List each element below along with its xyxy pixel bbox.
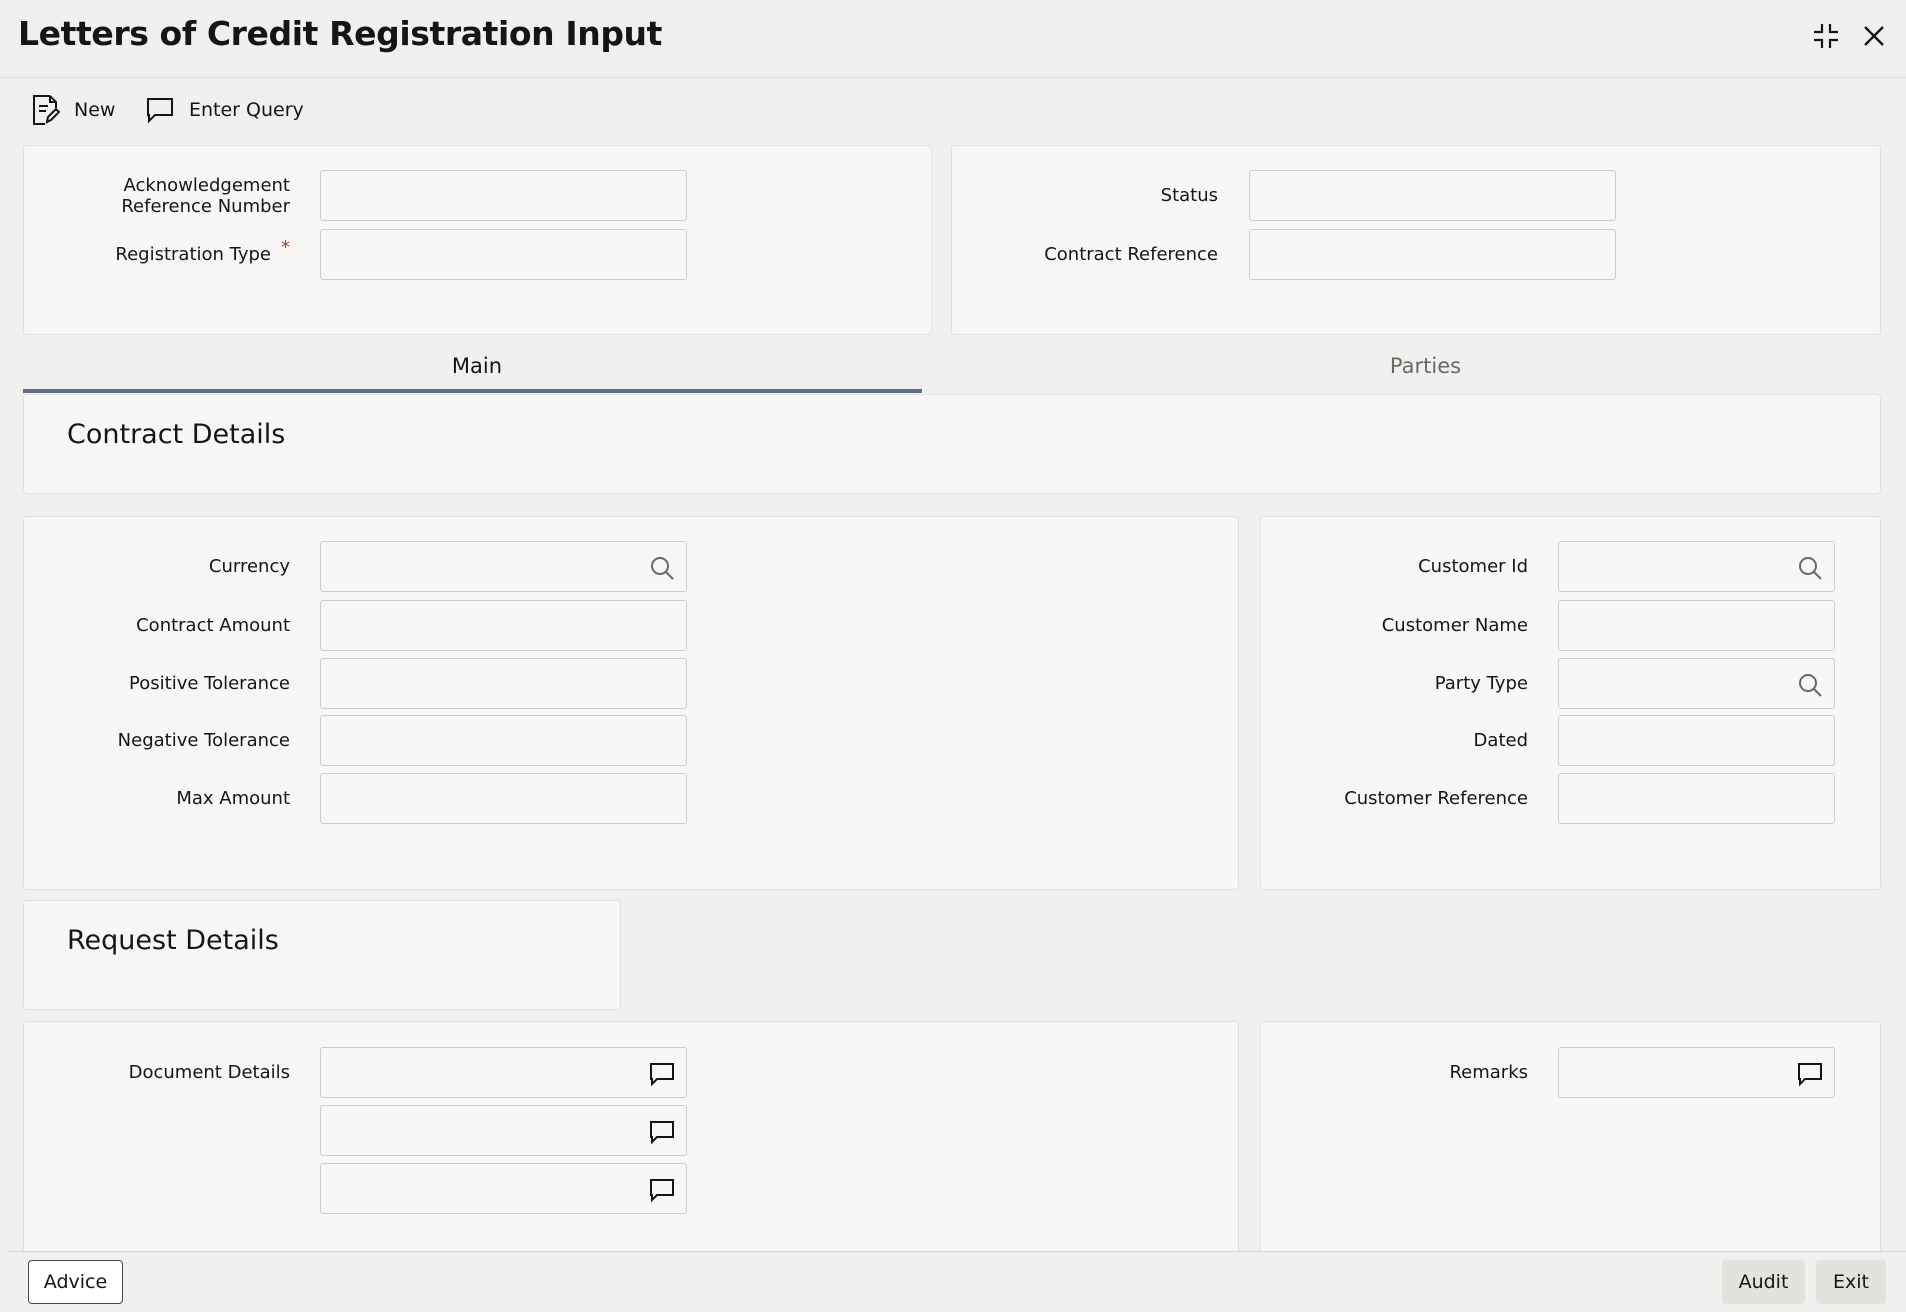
- advice-button[interactable]: Advice: [28, 1260, 123, 1304]
- header-divider: [0, 77, 1906, 78]
- customer-name-input[interactable]: [1558, 600, 1835, 651]
- contract-reference-label: Contract Reference: [1044, 244, 1218, 265]
- negative-tolerance-input[interactable]: [320, 715, 687, 766]
- active-tab-indicator: [23, 389, 922, 393]
- new-button-label: New: [74, 99, 116, 121]
- party-type-input[interactable]: [1558, 658, 1835, 709]
- customer-id-input[interactable]: [1558, 541, 1835, 592]
- search-icon[interactable]: [648, 554, 676, 582]
- party-type-label: Party Type: [1434, 673, 1528, 694]
- max-amount-input[interactable]: [320, 773, 687, 824]
- page-title: Letters of Credit Registration Input: [18, 14, 663, 53]
- footer-bar: [8, 1251, 1906, 1312]
- document-details-label: Document Details: [128, 1062, 290, 1083]
- contract-amount-label: Contract Amount: [136, 615, 290, 636]
- search-icon[interactable]: [1796, 671, 1824, 699]
- search-icon[interactable]: [1796, 554, 1824, 582]
- remarks-input[interactable]: [1558, 1047, 1835, 1098]
- currency-input[interactable]: [320, 541, 687, 592]
- positive-tolerance-label: Positive Tolerance: [129, 673, 290, 694]
- currency-label: Currency: [208, 556, 290, 577]
- remarks-label: Remarks: [1449, 1062, 1528, 1083]
- comment-icon[interactable]: [648, 1176, 676, 1204]
- ack-ref-label: Acknowledgement Reference Number: [121, 175, 290, 217]
- tab-main[interactable]: Main: [23, 340, 931, 392]
- comment-icon[interactable]: [648, 1118, 676, 1146]
- customer-reference-input[interactable]: [1558, 773, 1835, 824]
- ack-ref-input[interactable]: [320, 170, 687, 221]
- document-details-input-3[interactable]: [320, 1163, 687, 1214]
- dated-input[interactable]: [1558, 715, 1835, 766]
- negative-tolerance-label: Negative Tolerance: [117, 730, 290, 751]
- audit-button[interactable]: Audit: [1722, 1260, 1805, 1304]
- registration-type-input[interactable]: [320, 229, 687, 280]
- status-label: Status: [1160, 185, 1218, 206]
- close-icon[interactable]: [1856, 18, 1892, 54]
- max-amount-label: Max Amount: [176, 788, 290, 809]
- request-details-title: Request Details: [67, 925, 279, 956]
- new-document-icon: [33, 95, 60, 125]
- exit-button[interactable]: Exit: [1816, 1260, 1886, 1304]
- document-details-input-2[interactable]: [320, 1105, 687, 1156]
- collapse-icon[interactable]: [1808, 18, 1844, 54]
- new-button[interactable]: New: [30, 92, 115, 128]
- contract-amount-input[interactable]: [320, 600, 687, 651]
- comment-icon[interactable]: [648, 1060, 676, 1088]
- contract-reference-input[interactable]: [1249, 229, 1616, 280]
- enter-query-label: Enter Query: [189, 99, 304, 121]
- contract-details-title: Contract Details: [67, 419, 286, 450]
- dated-label: Dated: [1473, 730, 1528, 751]
- contract-details-header: [23, 394, 1881, 494]
- customer-reference-label: Customer Reference: [1344, 788, 1528, 809]
- customer-name-label: Customer Name: [1381, 615, 1528, 636]
- tab-parties[interactable]: Parties: [951, 340, 1900, 392]
- positive-tolerance-input[interactable]: [320, 658, 687, 709]
- registration-type-label: Registration Type: [115, 244, 271, 265]
- document-details-input-1[interactable]: [320, 1047, 687, 1098]
- comment-icon[interactable]: [1796, 1060, 1824, 1088]
- status-input[interactable]: [1249, 170, 1616, 221]
- enter-query-button[interactable]: Enter Query: [145, 92, 304, 128]
- required-marker: *: [281, 237, 290, 258]
- comment-icon: [147, 98, 173, 124]
- customer-id-label: Customer Id: [1418, 556, 1528, 577]
